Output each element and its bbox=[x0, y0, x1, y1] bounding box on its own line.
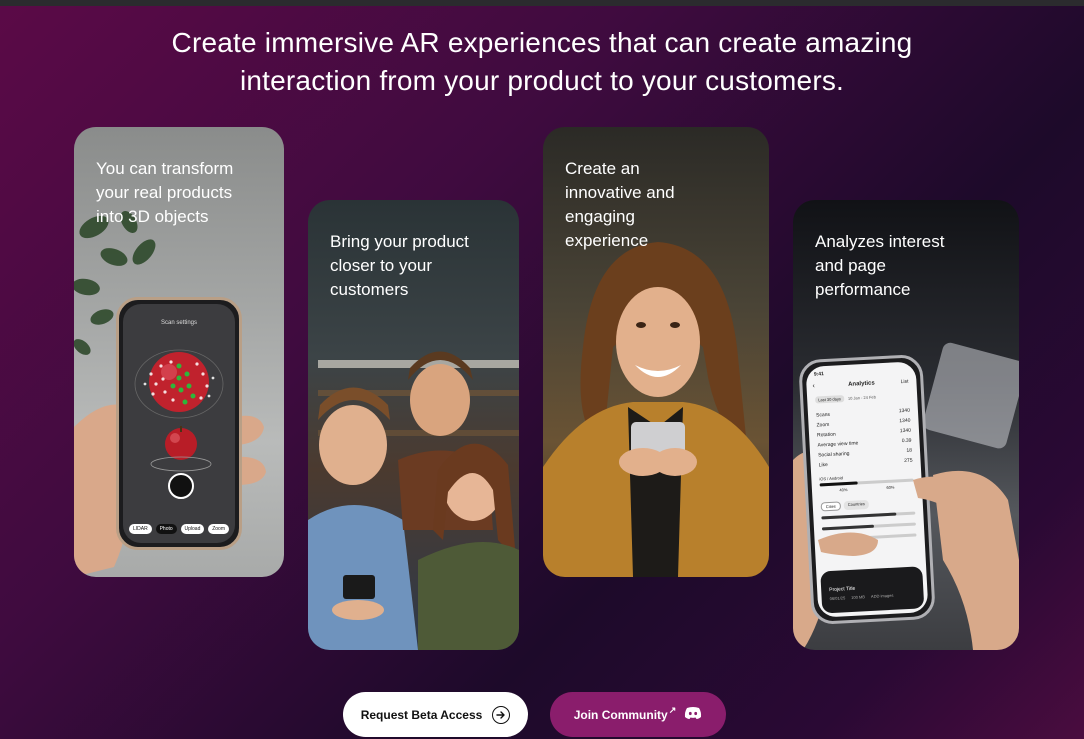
join-community-label: Join Community bbox=[573, 707, 668, 722]
phone-mockup-analytics: 9:41 ‹ Analytics List Last 30 days 10 Ja… bbox=[798, 353, 936, 626]
request-beta-access-button[interactable]: Request Beta Access bbox=[343, 692, 528, 737]
mode-upload-button[interactable]: Upload bbox=[180, 524, 205, 534]
card-3-caption-line-3: engaging bbox=[565, 207, 635, 226]
card-4-caption-line-1: Analyzes interest bbox=[815, 232, 945, 251]
card-1-caption-line-3: into 3D objects bbox=[96, 207, 209, 226]
hero-title-line-2: interaction from your product to your cu… bbox=[239, 65, 845, 96]
card-4-caption: Analyzes interest and page performance bbox=[815, 230, 1005, 302]
hero-title-line-1: Create immersive AR experiences that can… bbox=[171, 27, 913, 58]
project-extra: ADD images bbox=[870, 592, 894, 599]
card-2-caption: Bring your product closer to your custom… bbox=[330, 230, 505, 302]
project-date: 06/01/25 bbox=[829, 595, 846, 602]
feature-card-transform: You can transform your real products int… bbox=[74, 127, 284, 577]
card-1-caption: You can transform your real products int… bbox=[96, 157, 270, 229]
join-community-button[interactable]: Join Community↗ bbox=[550, 692, 726, 737]
hero-title: Create immersive AR experiences that can… bbox=[80, 24, 1004, 100]
platform-right-value: 60% bbox=[886, 484, 895, 490]
mode-zoom-button[interactable]: Zoom bbox=[208, 524, 229, 534]
card-4-caption-line-3: performance bbox=[815, 280, 911, 299]
feature-card-innovative: Create an innovative and engaging experi… bbox=[543, 127, 769, 577]
date-range-label: 10 Jan - 24 Feb bbox=[847, 394, 877, 401]
city-bars bbox=[821, 511, 917, 550]
scan-mode-tabs: LIDAR Photo Upload Zoom bbox=[129, 524, 229, 534]
platform-left-value: 40% bbox=[839, 487, 848, 493]
period-filter-select[interactable]: Last 30 days bbox=[815, 395, 845, 404]
request-beta-access-label: Request Beta Access bbox=[360, 707, 483, 722]
mode-lidar-button[interactable]: LIDAR bbox=[129, 524, 152, 534]
project-panel[interactable]: Project Title 06/01/25 100 MB ADD images bbox=[820, 566, 925, 614]
project-title: Project Title bbox=[829, 585, 856, 594]
mode-photo-button[interactable]: Photo bbox=[155, 524, 177, 534]
card-4-caption-line-2: and page bbox=[815, 256, 886, 275]
arrow-right-icon bbox=[492, 705, 511, 724]
card-3-caption-line-1: Create an bbox=[565, 159, 640, 178]
card-2-caption-line-1: Bring your product bbox=[330, 232, 469, 251]
card-1-caption-line-2: your real products bbox=[96, 183, 233, 202]
card-1-caption-line-1: You can transform bbox=[96, 159, 234, 178]
project-size: 100 MB bbox=[851, 594, 866, 600]
phone-mockup-scan: Scan settings LIDAR Photo Upload Zoom bbox=[116, 297, 242, 550]
tab-cities[interactable]: Cities bbox=[820, 501, 842, 512]
card-3-caption: Create an innovative and engaging experi… bbox=[565, 157, 755, 253]
platform-label: iOS / Android bbox=[819, 475, 844, 482]
card-2-caption-line-2: closer to your bbox=[330, 256, 433, 275]
tab-countries[interactable]: Countries bbox=[843, 499, 870, 511]
apple-3d-icon bbox=[134, 349, 224, 499]
discord-icon bbox=[684, 706, 702, 723]
platform-split-fill bbox=[819, 481, 858, 487]
feature-card-bring-closer: Bring your product closer to your custom… bbox=[308, 200, 519, 650]
browser-top-strip bbox=[0, 0, 1084, 6]
external-link-icon: ↗ bbox=[668, 704, 677, 715]
feature-card-analytics: Analyzes interest and page performance 9… bbox=[793, 200, 1019, 650]
card-3-caption-line-4: experience bbox=[565, 231, 649, 250]
list-link[interactable]: List bbox=[900, 379, 908, 385]
card-3-caption-line-2: innovative and bbox=[565, 183, 675, 202]
metrics-list: Scans 1340 Zoom 1340 Rotation 1340 Average … bbox=[816, 406, 913, 471]
status-time: 9:41 bbox=[813, 371, 825, 378]
card-2-caption-line-3: customers bbox=[330, 280, 409, 299]
